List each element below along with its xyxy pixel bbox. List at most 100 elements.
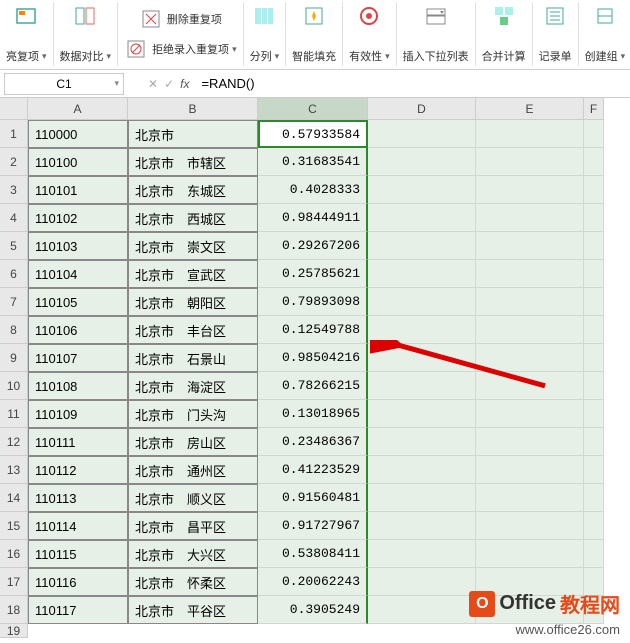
cell[interactable] — [476, 512, 584, 540]
cell[interactable]: 北京市 石景山 — [128, 344, 258, 372]
name-box[interactable]: C1 — [4, 73, 124, 95]
col-header-a[interactable]: A — [28, 98, 128, 120]
remove-duplicates-label[interactable]: 删除重复项 — [167, 11, 222, 27]
insert-dropdown-group[interactable]: 插入下拉列表 — [397, 2, 476, 66]
row-header[interactable]: 17 — [0, 568, 28, 596]
cell[interactable]: 0.98504216 — [258, 344, 368, 372]
cell[interactable] — [476, 120, 584, 148]
cell[interactable]: 0.23486367 — [258, 428, 368, 456]
cell[interactable]: 北京市 东城区 — [128, 176, 258, 204]
consolidate-group[interactable]: 合并计算 — [476, 2, 533, 66]
cell[interactable] — [368, 400, 476, 428]
cell[interactable] — [476, 372, 584, 400]
cell[interactable] — [368, 344, 476, 372]
cell[interactable]: 北京市 朝阳区 — [128, 288, 258, 316]
row-header[interactable]: 9 — [0, 344, 28, 372]
row-header[interactable]: 3 — [0, 176, 28, 204]
cell[interactable] — [368, 456, 476, 484]
cell[interactable]: 0.98444911 — [258, 204, 368, 232]
cell[interactable]: 0.78266215 — [258, 372, 368, 400]
cell[interactable] — [368, 484, 476, 512]
remove-duplicates-icon[interactable] — [139, 7, 163, 31]
cell[interactable]: 0.53808411 — [258, 540, 368, 568]
cell[interactable] — [476, 316, 584, 344]
cell[interactable] — [584, 316, 604, 344]
cell[interactable] — [476, 400, 584, 428]
row-header[interactable]: 13 — [0, 456, 28, 484]
cell[interactable] — [368, 176, 476, 204]
cell[interactable] — [584, 288, 604, 316]
cell[interactable]: 北京市 海淀区 — [128, 372, 258, 400]
row-header[interactable]: 15 — [0, 512, 28, 540]
cell[interactable]: 北京市 昌平区 — [128, 512, 258, 540]
cell[interactable] — [368, 372, 476, 400]
cell[interactable] — [584, 400, 604, 428]
cell[interactable] — [368, 260, 476, 288]
block-duplicates-icon[interactable] — [124, 37, 148, 61]
fx-button[interactable]: fx — [180, 77, 189, 91]
cell[interactable]: 110101 — [28, 176, 128, 204]
cell[interactable]: 110111 — [28, 428, 128, 456]
cell[interactable]: 0.29267206 — [258, 232, 368, 260]
cell[interactable]: 110109 — [28, 400, 128, 428]
cell[interactable]: 北京市 市辖区 — [128, 148, 258, 176]
cell[interactable] — [368, 512, 476, 540]
record-form-group[interactable]: 记录单 — [533, 2, 579, 66]
cell[interactable] — [476, 232, 584, 260]
cell[interactable]: 110117 — [28, 596, 128, 624]
cell[interactable] — [368, 568, 476, 596]
cell[interactable] — [584, 512, 604, 540]
cell[interactable]: 0.91560481 — [258, 484, 368, 512]
col-header-c[interactable]: C — [258, 98, 368, 120]
cell[interactable] — [476, 344, 584, 372]
cell[interactable] — [584, 148, 604, 176]
cell[interactable] — [476, 540, 584, 568]
cell[interactable] — [476, 288, 584, 316]
cell[interactable] — [476, 428, 584, 456]
cell[interactable]: 0.91727967 — [258, 512, 368, 540]
select-all-corner[interactable] — [0, 98, 28, 120]
row-header[interactable]: 16 — [0, 540, 28, 568]
row-header[interactable]: 12 — [0, 428, 28, 456]
cell[interactable] — [368, 204, 476, 232]
cell[interactable]: 110106 — [28, 316, 128, 344]
cell[interactable]: 110000 — [28, 120, 128, 148]
cell[interactable]: 110103 — [28, 232, 128, 260]
cell[interactable] — [476, 148, 584, 176]
cell[interactable]: 110115 — [28, 540, 128, 568]
formula-input[interactable] — [195, 74, 395, 93]
row-header[interactable]: 19 — [0, 624, 28, 638]
cell[interactable]: 0.79893098 — [258, 288, 368, 316]
cell[interactable] — [368, 540, 476, 568]
cell[interactable]: 北京市 房山区 — [128, 428, 258, 456]
cell[interactable] — [476, 456, 584, 484]
cancel-icon[interactable]: ✕ — [148, 77, 158, 91]
cell[interactable]: 110113 — [28, 484, 128, 512]
cell[interactable] — [584, 120, 604, 148]
row-header[interactable]: 7 — [0, 288, 28, 316]
cell[interactable]: 110114 — [28, 512, 128, 540]
cell[interactable]: 110102 — [28, 204, 128, 232]
col-header-f[interactable]: F — [584, 98, 604, 120]
highlight-duplicates-group[interactable]: 亮复项 — [0, 2, 54, 66]
cell[interactable]: 0.12549788 — [258, 316, 368, 344]
cell[interactable]: 北京市 通州区 — [128, 456, 258, 484]
cell[interactable]: 北京市 宣武区 — [128, 260, 258, 288]
cell[interactable] — [368, 120, 476, 148]
cell[interactable] — [584, 204, 604, 232]
cell[interactable] — [368, 596, 476, 624]
cell[interactable]: 110105 — [28, 288, 128, 316]
cell[interactable]: 0.41223529 — [258, 456, 368, 484]
block-duplicates-label[interactable]: 拒绝录入重复项 — [152, 41, 237, 57]
row-header[interactable]: 11 — [0, 400, 28, 428]
cell[interactable]: 110107 — [28, 344, 128, 372]
cell[interactable] — [368, 232, 476, 260]
validation-group[interactable]: 有效性 — [343, 2, 397, 66]
cell[interactable]: 北京市 怀柔区 — [128, 568, 258, 596]
cell[interactable] — [368, 316, 476, 344]
data-compare-group[interactable]: 数据对比 — [54, 2, 119, 66]
row-header[interactable]: 6 — [0, 260, 28, 288]
cell[interactable]: 110108 — [28, 372, 128, 400]
cell[interactable]: 北京市 西城区 — [128, 204, 258, 232]
cell[interactable]: 北京市 — [128, 120, 258, 148]
